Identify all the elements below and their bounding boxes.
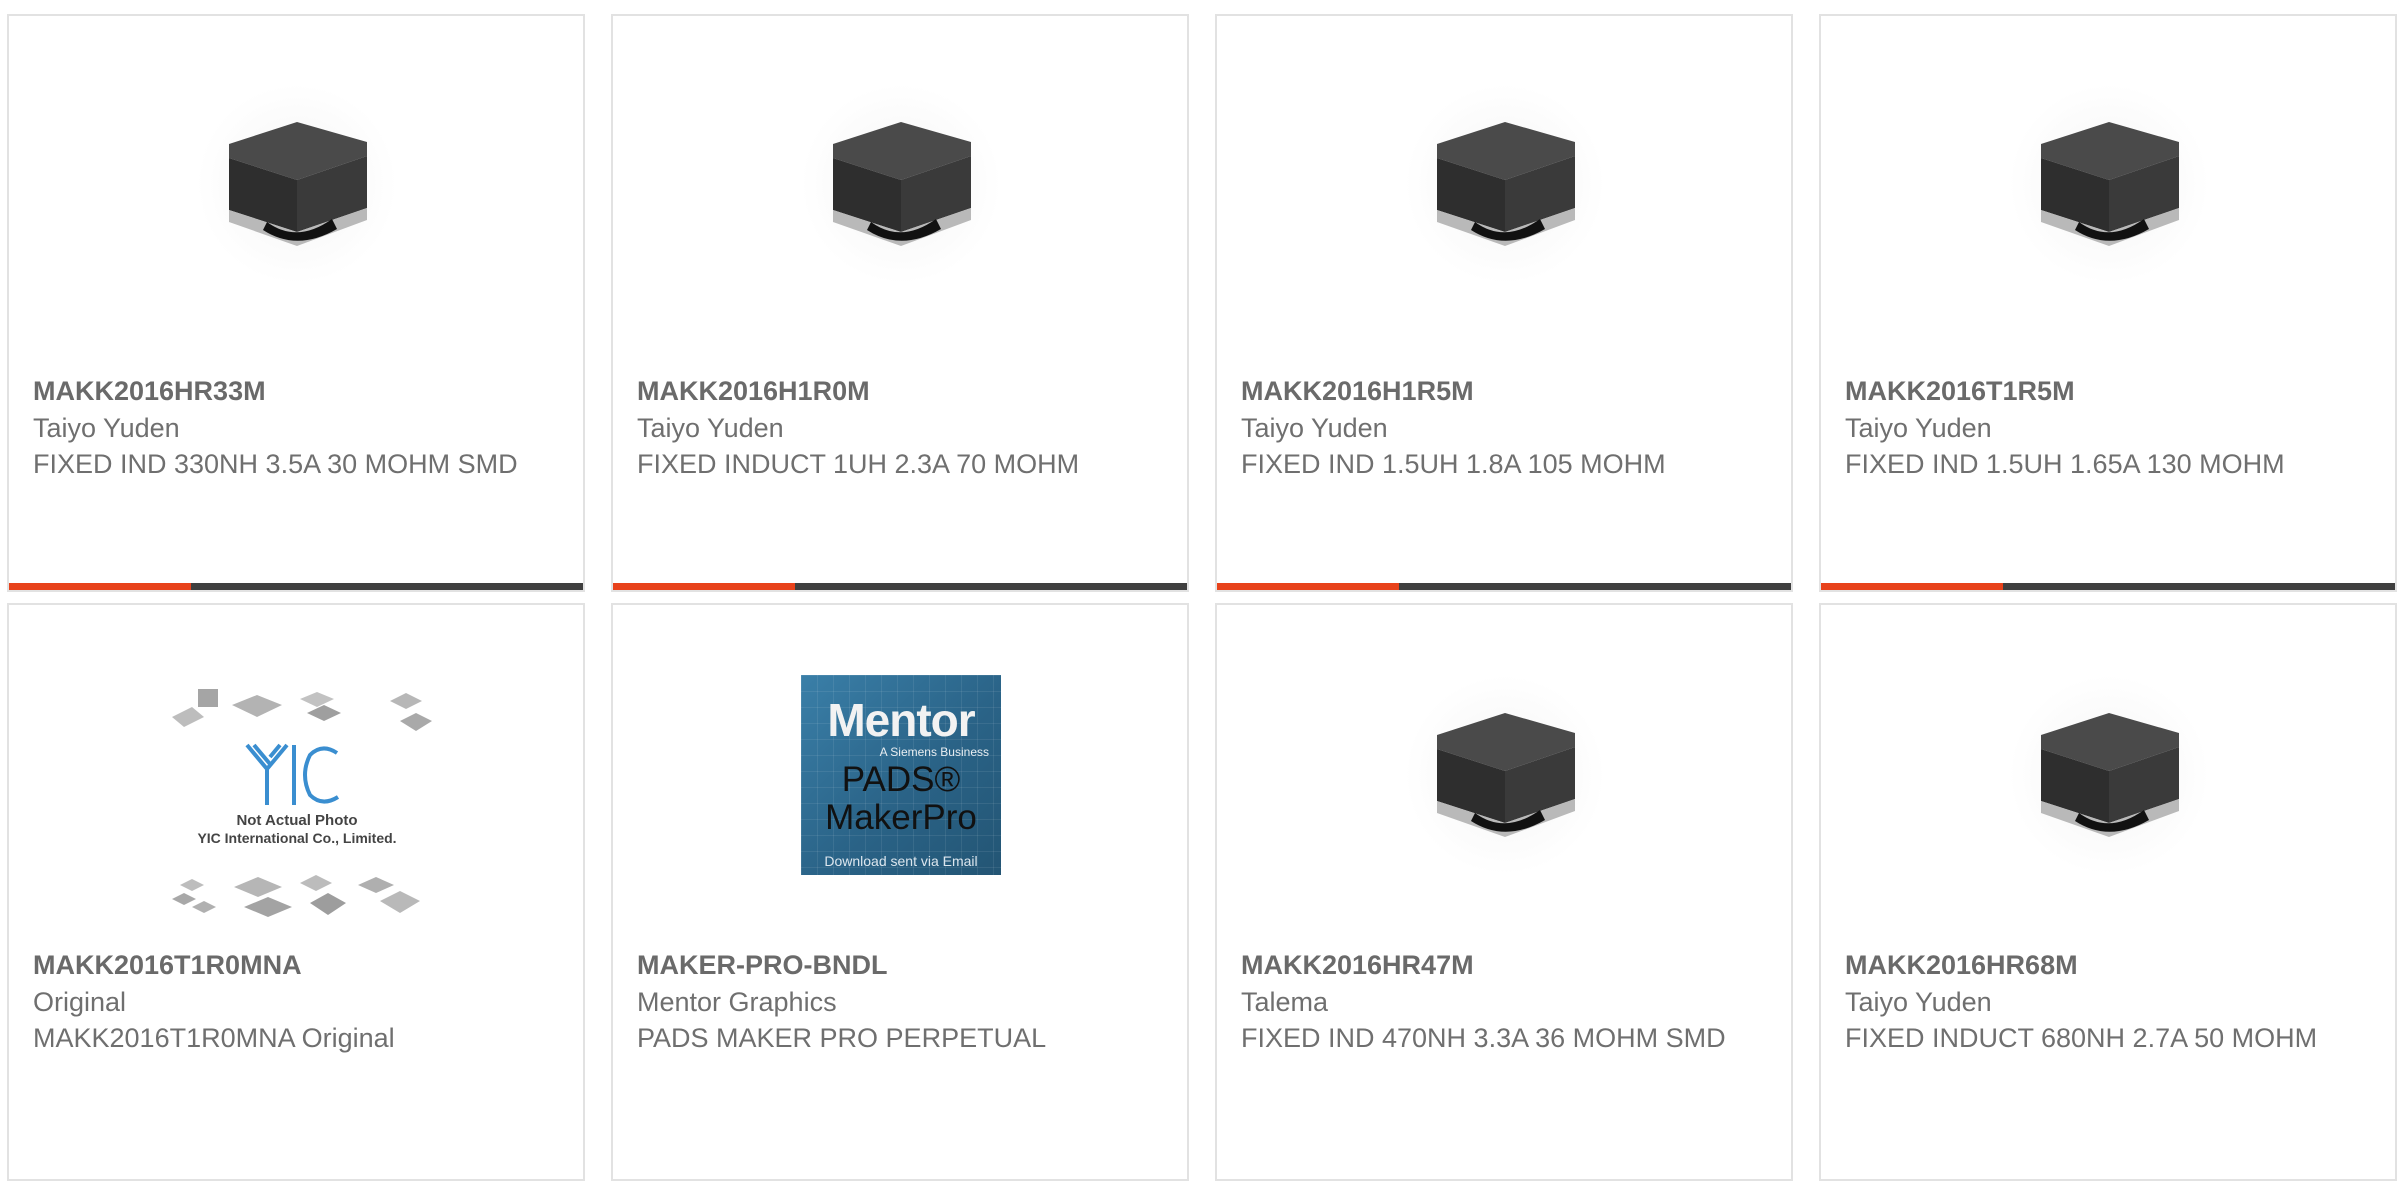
mentor-logo: Mentor <box>827 694 975 746</box>
product-image[interactable]: Not Actual Photo YIC International Co., … <box>162 687 432 927</box>
part-number[interactable]: MAKER-PRO-BNDL <box>637 946 1137 984</box>
card-bottom-bar <box>1821 583 2395 590</box>
inductor-image <box>197 84 397 284</box>
description: FIXED IND 1.5UH 1.65A 130 MOHM <box>1845 449 2285 479</box>
product-image[interactable] <box>1405 84 1605 284</box>
inductor-image <box>2009 84 2209 284</box>
product-card[interactable]: MAKK2016H1R0M Taiyo Yuden FIXED INDUCT 1… <box>611 14 1189 592</box>
mentor-tagline: A Siemens Business <box>879 745 989 759</box>
part-number[interactable]: MAKK2016H1R5M <box>1241 372 1741 410</box>
product-card[interactable]: Not Actual Photo YIC International Co., … <box>7 603 585 1181</box>
product-info: MAKK2016HR68M Taiyo Yuden FIXED INDUCT 6… <box>1845 946 2345 1056</box>
manufacturer: Original <box>33 987 127 1017</box>
mentor-product-name: PADS® MakerPro <box>825 760 977 837</box>
inductor-image <box>2009 675 2209 875</box>
manufacturer: Taiyo Yuden <box>1241 413 1388 443</box>
description: FIXED IND 330NH 3.5A 30 MOHM SMD <box>33 449 518 479</box>
product-card[interactable]: MAKK2016HR33M Taiyo Yuden FIXED IND 330N… <box>7 14 585 592</box>
product-image[interactable] <box>2009 84 2209 284</box>
card-bottom-bar <box>613 583 1187 590</box>
product-info: MAKK2016H1R5M Taiyo Yuden FIXED IND 1.5U… <box>1241 372 1741 482</box>
manufacturer: Mentor Graphics <box>637 987 837 1017</box>
part-number[interactable]: MAKK2016HR47M <box>1241 946 1741 984</box>
product-card[interactable]: MAKK2016HR68M Taiyo Yuden FIXED INDUCT 6… <box>1819 603 2397 1181</box>
part-number[interactable]: MAKK2016T1R5M <box>1845 372 2345 410</box>
mentor-box-image: Mentor A Siemens Business PADS® MakerPro… <box>801 675 1001 875</box>
inductor-image <box>1405 675 1605 875</box>
product-card[interactable]: Mentor A Siemens Business PADS® MakerPro… <box>611 603 1189 1181</box>
inductor-image <box>1405 84 1605 284</box>
part-number[interactable]: MAKK2016HR68M <box>1845 946 2345 984</box>
product-card[interactable]: MAKK2016T1R5M Taiyo Yuden FIXED IND 1.5U… <box>1819 14 2397 592</box>
part-number[interactable]: MAKK2016T1R0MNA <box>33 946 533 984</box>
product-info: MAKK2016T1R0MNA Original MAKK2016T1R0MNA… <box>33 946 533 1056</box>
description: PADS MAKER PRO PERPETUAL <box>637 1023 1047 1053</box>
description: FIXED INDUCT 1UH 2.3A 70 MOHM <box>637 449 1080 479</box>
part-number[interactable]: MAKK2016H1R0M <box>637 372 1137 410</box>
card-accent <box>613 583 795 590</box>
product-card[interactable]: MAKK2016HR47M Talema FIXED IND 470NH 3.3… <box>1215 603 1793 1181</box>
card-accent <box>1217 583 1399 590</box>
product-info: MAKER-PRO-BNDL Mentor Graphics PADS MAKE… <box>637 946 1137 1056</box>
description: FIXED IND 470NH 3.3A 36 MOHM SMD <box>1241 1023 1726 1053</box>
card-accent <box>1821 583 2003 590</box>
product-card[interactable]: MAKK2016H1R5M Taiyo Yuden FIXED IND 1.5U… <box>1215 14 1793 592</box>
manufacturer: Taiyo Yuden <box>1845 987 1992 1017</box>
manufacturer: Taiyo Yuden <box>1845 413 1992 443</box>
product-image[interactable] <box>197 84 397 284</box>
manufacturer: Taiyo Yuden <box>637 413 784 443</box>
not-actual-photo-image: Not Actual Photo YIC International Co., … <box>172 689 432 917</box>
mentor-footer: Download sent via Email <box>824 853 978 869</box>
part-number[interactable]: MAKK2016HR33M <box>33 372 533 410</box>
card-bottom-bar <box>9 583 583 590</box>
product-info: MAKK2016H1R0M Taiyo Yuden FIXED INDUCT 1… <box>637 372 1137 482</box>
description: MAKK2016T1R0MNA Original <box>33 1023 395 1053</box>
product-info: MAKK2016T1R5M Taiyo Yuden FIXED IND 1.5U… <box>1845 372 2345 482</box>
manufacturer: Taiyo Yuden <box>33 413 180 443</box>
product-grid: MAKK2016HR33M Taiyo Yuden FIXED IND 330N… <box>0 0 2400 1181</box>
product-info: MAKK2016HR33M Taiyo Yuden FIXED IND 330N… <box>33 372 533 482</box>
image-caption-line2: YIC International Co., Limited. <box>197 830 396 846</box>
product-image[interactable] <box>1405 675 1605 875</box>
description: FIXED INDUCT 680NH 2.7A 50 MOHM <box>1845 1023 2318 1053</box>
product-image[interactable] <box>801 84 1001 284</box>
image-caption-line1: Not Actual Photo <box>236 812 357 829</box>
card-accent <box>9 583 191 590</box>
product-image[interactable] <box>2009 675 2209 875</box>
description: FIXED IND 1.5UH 1.8A 105 MOHM <box>1241 449 1666 479</box>
inductor-image <box>801 84 1001 284</box>
card-bottom-bar <box>1217 583 1791 590</box>
product-info: MAKK2016HR47M Talema FIXED IND 470NH 3.3… <box>1241 946 1741 1056</box>
product-image[interactable]: Mentor A Siemens Business PADS® MakerPro… <box>801 675 1001 875</box>
manufacturer: Talema <box>1241 987 1329 1017</box>
